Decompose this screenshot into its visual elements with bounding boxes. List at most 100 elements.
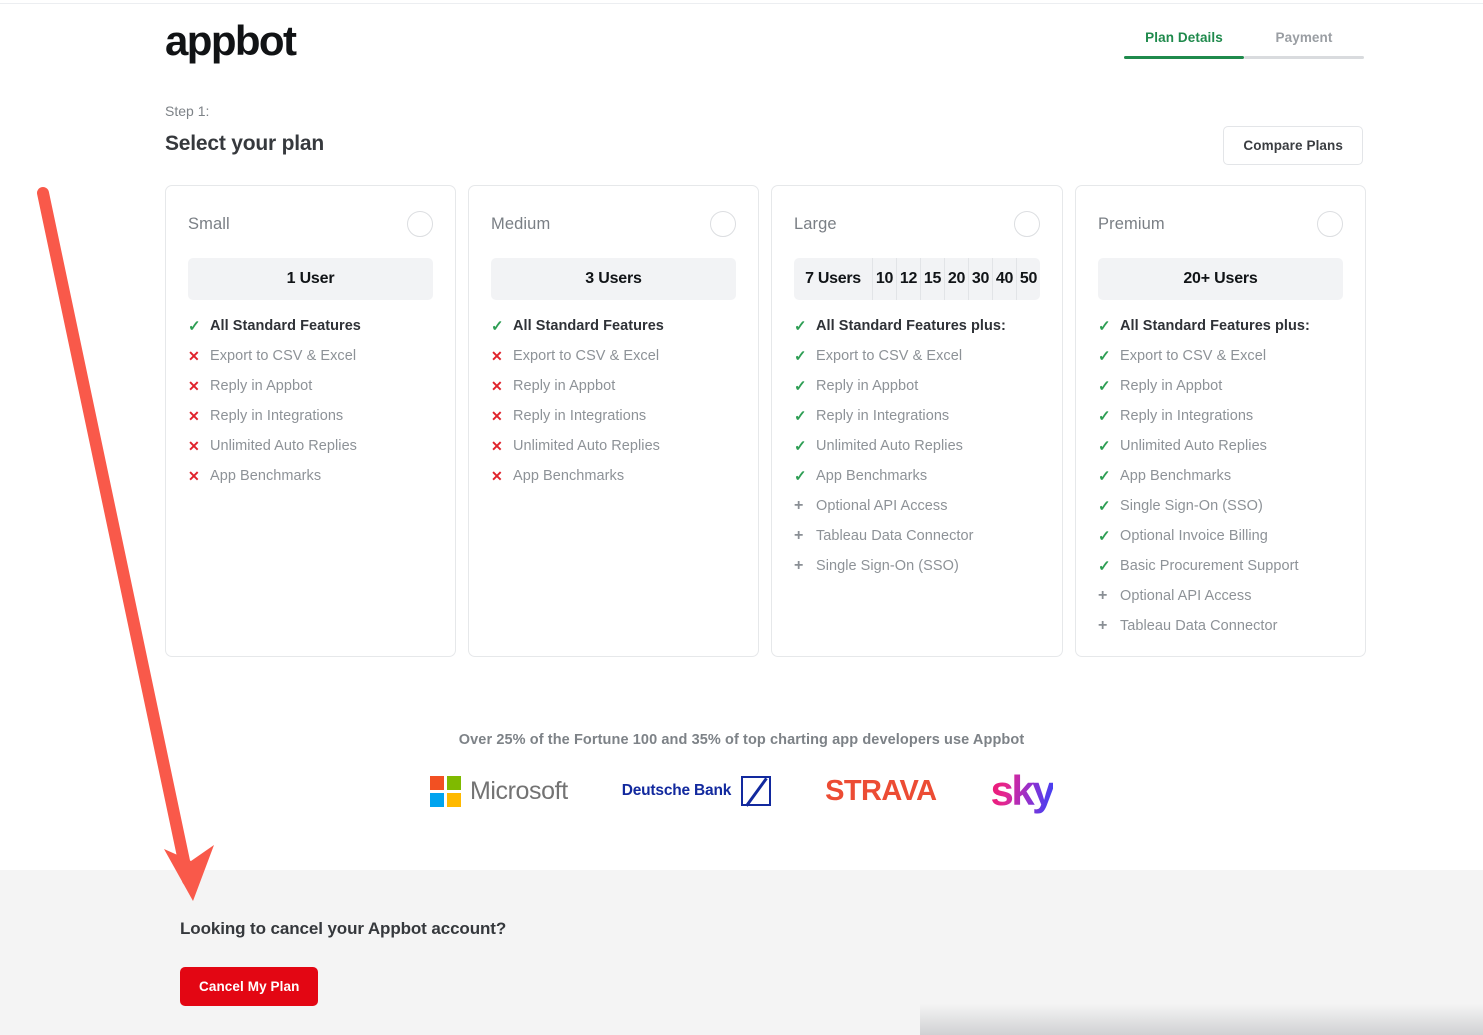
- tab-plan-details[interactable]: Plan Details: [1124, 30, 1244, 59]
- tab-payment[interactable]: Payment: [1244, 30, 1364, 59]
- feature-row: ✓ Basic Procurement Support: [1098, 557, 1343, 587]
- feature-row: ✓ All Standard Features plus:: [1098, 317, 1343, 347]
- plan-features-small: ✓ All Standard Features ✕ Export to CSV & …: [188, 317, 433, 497]
- feature-row: ✓ Optional Invoice Billing: [1098, 527, 1343, 557]
- plan-selection-page: appbot Plan Details Payment Step 1: Sele…: [0, 0, 1483, 1035]
- check-icon: ✓: [188, 318, 201, 335]
- seat-option[interactable]: 50: [1016, 258, 1040, 300]
- feature-label: Reply in Integrations: [816, 408, 950, 424]
- check-icon: ✓: [794, 348, 807, 365]
- plus-icon: +: [794, 527, 804, 544]
- feature-row: ✕ Export to CSV & Excel: [188, 347, 433, 377]
- deutsche-bank-logo: Deutsche Bank: [621, 776, 772, 807]
- feature-row: ✓ Unlimited Auto Replies: [794, 437, 1040, 467]
- check-icon: ✓: [1098, 498, 1111, 515]
- feature-row: + Single Sign-On (SSO): [794, 557, 1040, 587]
- plan-card-large[interactable]: Large 7 Users 10 12 15 20 30 40 50 ✓ All …: [771, 185, 1063, 657]
- check-icon: ✓: [1098, 378, 1111, 395]
- feature-label: App Benchmarks: [1120, 468, 1232, 484]
- plan-card-small-header: Small: [188, 210, 433, 238]
- check-icon: ✓: [794, 408, 807, 425]
- plan-radio-small[interactable]: [407, 211, 433, 237]
- feature-row: ✕ Export to CSV & Excel: [491, 347, 736, 377]
- plan-radio-medium[interactable]: [710, 211, 736, 237]
- feature-label: All Standard Features plus:: [1120, 318, 1310, 334]
- plan-users-premium[interactable]: 20+ Users: [1098, 258, 1343, 300]
- plan-card-premium[interactable]: Premium 20+ Users ✓ All Standard Features…: [1075, 185, 1366, 657]
- seat-option[interactable]: 7 Users: [794, 258, 872, 300]
- plan-card-medium[interactable]: Medium 3 Users ✓ All Standard Features ✕ E…: [468, 185, 759, 657]
- seat-option[interactable]: 15: [920, 258, 944, 300]
- check-icon: ✓: [1098, 468, 1111, 485]
- social-proof-text: Over 25% of the Fortune 100 and 35% of t…: [458, 732, 1025, 748]
- plan-seat-selector-large[interactable]: 7 Users 10 12 15 20 30 40 50: [794, 258, 1040, 300]
- deutsche-bank-wordmark: Deutsche Bank: [621, 782, 732, 799]
- strava-logo: STRAVA: [825, 774, 937, 807]
- feature-label: Single Sign-On (SSO): [1120, 498, 1263, 514]
- feature-label: Unlimited Auto Replies: [513, 438, 660, 454]
- plan-card-premium-title: Premium: [1098, 214, 1165, 233]
- feature-label: App Benchmarks: [816, 468, 928, 484]
- seat-option[interactable]: 30: [968, 258, 992, 300]
- feature-label: Unlimited Auto Replies: [816, 438, 963, 454]
- feature-row: + Optional API Access: [1098, 587, 1343, 617]
- feature-row: ✕ Reply in Appbot: [188, 377, 433, 407]
- microsoft-logo: Microsoft: [429, 775, 568, 807]
- plan-radio-large[interactable]: [1014, 211, 1040, 237]
- feature-row: ✓ Reply in Integrations: [1098, 407, 1343, 437]
- step-eyebrow: Step 1:: [165, 103, 210, 119]
- check-icon: ✓: [1098, 528, 1111, 545]
- seat-option[interactable]: 20: [944, 258, 968, 300]
- feature-row: ✕ App Benchmarks: [188, 467, 433, 497]
- seat-option[interactable]: 40: [992, 258, 1016, 300]
- seat-option[interactable]: 12: [896, 258, 920, 300]
- cross-icon: ✕: [188, 348, 200, 364]
- plus-icon: +: [794, 497, 804, 514]
- feature-label: Tableau Data Connector: [1120, 618, 1278, 634]
- cancel-question: Looking to cancel your Appbot account?: [180, 919, 507, 938]
- feature-label: Reply in Integrations: [513, 408, 647, 424]
- cross-icon: ✕: [491, 468, 503, 484]
- feature-row: ✓ Export to CSV & Excel: [794, 347, 1040, 377]
- cancel-my-plan-button[interactable]: Cancel My Plan: [180, 967, 319, 1006]
- check-icon: ✓: [1098, 348, 1111, 365]
- wizard-tabs: Plan Details Payment: [1124, 30, 1364, 59]
- plan-card-large-title: Large: [794, 214, 837, 233]
- plan-card-small-title: Small: [188, 214, 230, 233]
- plus-icon: +: [1098, 617, 1108, 634]
- top-divider: [0, 3, 1483, 4]
- deutsche-bank-icon: [741, 776, 772, 807]
- plan-radio-premium[interactable]: [1317, 211, 1343, 237]
- plan-users-medium[interactable]: 3 Users: [491, 258, 736, 300]
- microsoft-wordmark: Microsoft: [469, 776, 568, 805]
- cross-icon: ✕: [491, 408, 503, 424]
- plus-icon: +: [1098, 587, 1108, 604]
- plan-card-large-header: Large: [794, 210, 1040, 238]
- cross-icon: ✕: [491, 438, 503, 454]
- plan-card-medium-title: Medium: [491, 214, 551, 233]
- plan-features-medium: ✓ All Standard Features ✕ Export to CSV & …: [491, 317, 736, 497]
- bottom-overlay-shadow: [920, 1004, 1483, 1035]
- feature-label: Unlimited Auto Replies: [210, 438, 357, 454]
- plan-card-medium-header: Medium: [491, 210, 736, 238]
- feature-row: ✓ Unlimited Auto Replies: [1098, 437, 1343, 467]
- feature-label: Reply in Appbot: [513, 378, 616, 394]
- plan-users-small[interactable]: 1 User: [188, 258, 433, 300]
- check-icon: ✓: [794, 378, 807, 395]
- feature-row: ✕ Unlimited Auto Replies: [188, 437, 433, 467]
- feature-row: + Tableau Data Connector: [794, 527, 1040, 557]
- plan-card-small[interactable]: Small 1 User ✓ All Standard Features ✕ Exp…: [165, 185, 456, 657]
- feature-label: Basic Procurement Support: [1120, 558, 1299, 574]
- seat-option[interactable]: 10: [872, 258, 896, 300]
- feature-label: Export to CSV & Excel: [1120, 348, 1267, 364]
- feature-label: Export to CSV & Excel: [816, 348, 963, 364]
- feature-label: All Standard Features plus:: [816, 318, 1006, 334]
- customer-logo-strip: Microsoft Deutsche Bank STRAVA sky: [0, 768, 1483, 814]
- feature-row: + Optional API Access: [794, 497, 1040, 527]
- plan-card-premium-header: Premium: [1098, 210, 1343, 238]
- check-icon: ✓: [1098, 438, 1111, 455]
- feature-row: ✕ App Benchmarks: [491, 467, 736, 497]
- cross-icon: ✕: [491, 378, 503, 394]
- cross-icon: ✕: [188, 378, 200, 394]
- compare-plans-button[interactable]: Compare Plans: [1223, 126, 1363, 165]
